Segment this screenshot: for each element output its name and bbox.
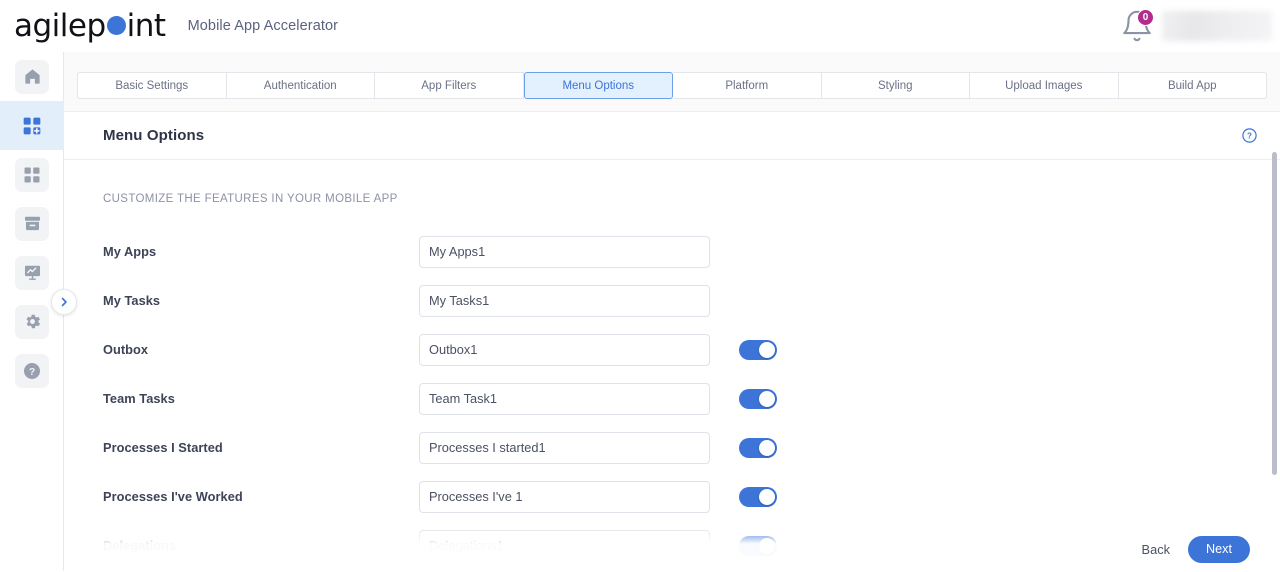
help-circle-icon: ? [22,361,42,381]
sidebar-item-app-accelerator[interactable] [0,101,64,150]
sidebar-item-analytics[interactable] [0,248,64,297]
menu-row-input-my-tasks[interactable] [419,285,710,317]
logo-dot-icon [107,16,126,35]
sidebar-item-home[interactable] [0,52,64,101]
sidebar-item-help[interactable]: ? [0,346,64,395]
brand-logo[interactable]: agilep int [14,8,166,44]
sidebar-chip-apps [15,158,49,192]
panel-help-button[interactable]: ? [1241,127,1258,144]
archive-box-icon [23,214,42,233]
sidebar-chip-analytics [15,256,49,290]
panel-scrollbar[interactable] [1271,107,1278,571]
menu-row-toggle-cell [710,487,805,507]
menu-options-form: CUSTOMIZE THE FEATURES IN YOUR MOBILE AP… [64,160,1280,572]
svg-text:?: ? [29,366,35,377]
page-title: Menu Options [103,127,204,144]
tab-menu-options[interactable]: Menu Options [524,72,674,99]
menu-row-input-processes-i-started[interactable] [419,432,710,464]
toggle-knob [759,342,775,358]
panel-header: Menu Options ? [64,112,1280,160]
sidebar-item-apps[interactable] [0,150,64,199]
chevron-right-icon [58,296,70,308]
sidebar-chip-settings [15,305,49,339]
menu-row-label: My Tasks [103,293,419,308]
menu-row-toggle-outbox[interactable] [739,340,777,360]
menu-row-input-team-tasks[interactable] [419,383,710,415]
logo-text-part1: agilep [14,8,106,44]
help-circle-icon: ? [1241,127,1258,144]
wizard-footer: Back Next [64,527,1280,571]
tab-platform[interactable]: Platform [673,72,822,99]
notifications-button[interactable]: 0 [1120,9,1154,43]
sidebar-chip-home [15,60,49,94]
sidebar-expand-button[interactable] [51,289,77,315]
logo-text-part2: int [127,8,166,44]
back-button[interactable]: Back [1142,542,1170,557]
user-account-menu[interactable] [1162,11,1272,41]
analytics-chart-icon [23,263,42,282]
tab-app-filters[interactable]: App Filters [375,72,524,99]
menu-row-toggle-cell [710,340,805,360]
menu-row-outbox: Outbox [64,325,1280,374]
menu-row-toggle-processes-ive-worked[interactable] [739,487,777,507]
menu-row-label: Processes I Started [103,440,419,455]
menu-row-label: Processes I've Worked [103,489,419,504]
menu-row-team-tasks: Team Tasks [64,374,1280,423]
menu-row-label: Outbox [103,342,419,357]
menu-row-input-my-apps[interactable] [419,236,710,268]
menu-row-toggle-cell [710,438,805,458]
menu-row-label: My Apps [103,244,419,259]
logo-text: agilep int [14,8,166,44]
menu-row-input-processes-ive-worked[interactable] [419,481,710,513]
wizard-tabs: Basic Settings Authentication App Filter… [77,72,1267,99]
next-button[interactable]: Next [1188,536,1250,563]
scrollbar-thumb[interactable] [1272,152,1277,475]
apps-grid-icon [23,166,41,184]
content-area: Basic Settings Authentication App Filter… [64,52,1280,571]
toggle-knob [759,391,775,407]
apps-add-icon [22,116,42,136]
gear-icon [23,312,42,331]
menu-row-my-tasks: My Tasks [64,276,1280,325]
top-bar-right: 0 [1120,0,1280,52]
sidebar-item-archive[interactable] [0,199,64,248]
menu-row-toggle-processes-i-started[interactable] [739,438,777,458]
section-subtitle: CUSTOMIZE THE FEATURES IN YOUR MOBILE AP… [64,193,1280,205]
app-title: Mobile App Accelerator [188,18,339,34]
toggle-knob [759,489,775,505]
home-icon [23,67,42,86]
menu-row-processes-i-started: Processes I Started [64,423,1280,472]
menu-row-input-outbox[interactable] [419,334,710,366]
svg-text:?: ? [1247,132,1252,141]
tab-basic-settings[interactable]: Basic Settings [77,72,227,99]
menu-row-toggle-team-tasks[interactable] [739,389,777,409]
top-bar: agilep int Mobile App Accelerator 0 [0,0,1280,52]
menu-row-toggle-cell [710,389,805,409]
tab-upload-images[interactable]: Upload Images [970,72,1119,99]
menu-row-toggle-cell [710,291,805,311]
menu-row-label: Team Tasks [103,391,419,406]
notification-count-badge: 0 [1137,9,1154,26]
tab-build-app[interactable]: Build App [1119,72,1268,99]
toggle-knob [759,440,775,456]
tab-styling[interactable]: Styling [822,72,971,99]
menu-row-my-apps: My Apps [64,227,1280,276]
menu-options-panel: Menu Options ? CUSTOMIZE THE FEATURES IN… [64,111,1280,571]
tab-authentication[interactable]: Authentication [227,72,376,99]
sidebar-chip-app-accelerator [15,109,49,143]
sidebar-chip-archive [15,207,49,241]
menu-row-toggle-cell [710,242,805,262]
sidebar-chip-help: ? [15,354,49,388]
menu-row-processes-ive-worked: Processes I've Worked [64,472,1280,521]
